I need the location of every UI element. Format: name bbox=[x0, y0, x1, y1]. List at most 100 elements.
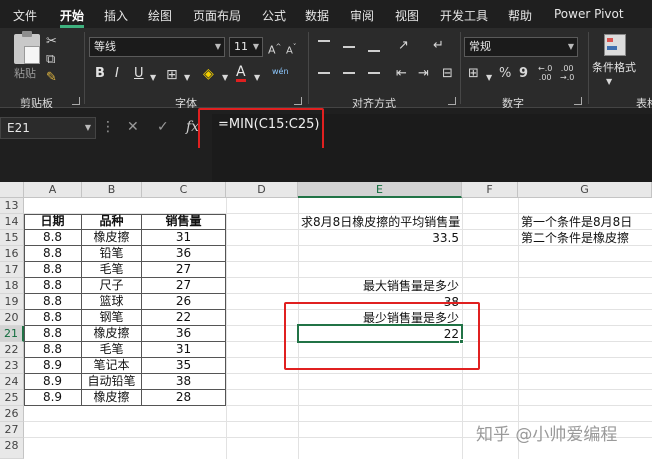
column-header-c[interactable]: C bbox=[142, 182, 226, 198]
cut-icon[interactable]: ✂ bbox=[46, 34, 57, 50]
decrease-decimal-icon[interactable]: .00 →.0 bbox=[560, 64, 574, 82]
chevron-down-icon[interactable]: ▼ bbox=[222, 70, 228, 86]
row-header-18[interactable]: 18 bbox=[0, 278, 24, 294]
enter-icon[interactable]: ✓ bbox=[157, 119, 169, 135]
align-bottom-icon[interactable] bbox=[368, 50, 380, 52]
row-header-27[interactable]: 27 bbox=[0, 422, 24, 438]
align-middle-icon[interactable] bbox=[343, 46, 355, 48]
table-cell[interactable]: 22 bbox=[142, 310, 226, 326]
table-cell[interactable]: 35 bbox=[142, 358, 226, 374]
tab-data[interactable]: 数据 bbox=[305, 7, 329, 24]
align-left-icon[interactable] bbox=[318, 72, 330, 74]
table-cell[interactable]: 8.9 bbox=[24, 374, 82, 390]
table-cell[interactable]: 8.8 bbox=[24, 278, 82, 294]
table-cell[interactable]: 31 bbox=[142, 230, 226, 246]
font-color-icon[interactable]: A bbox=[236, 65, 246, 82]
align-right-icon[interactable] bbox=[368, 72, 380, 74]
merge-center-icon[interactable]: ⊟ bbox=[442, 66, 453, 82]
chevron-down-icon[interactable]: ▼ bbox=[254, 70, 260, 86]
increase-decimal-icon[interactable]: ←.0.00 bbox=[538, 64, 552, 82]
shrink-font-icon[interactable]: A˅ bbox=[286, 39, 296, 59]
cell-e15[interactable]: 33.5 bbox=[298, 230, 462, 246]
table-cell[interactable]: 36 bbox=[142, 326, 226, 342]
chevron-down-icon[interactable]: ▼ bbox=[184, 70, 190, 86]
tab-page-layout[interactable]: 页面布局 bbox=[193, 7, 241, 24]
table-cell[interactable]: 8.8 bbox=[24, 246, 82, 262]
table-cell[interactable]: 31 bbox=[142, 342, 226, 358]
wrap-text-icon[interactable]: ↵ bbox=[433, 38, 444, 54]
insert-function-button[interactable]: fx bbox=[186, 119, 199, 135]
tab-review[interactable]: 审阅 bbox=[350, 7, 374, 24]
align-center-icon[interactable] bbox=[343, 72, 355, 74]
tab-file[interactable]: 文件 bbox=[13, 7, 37, 24]
font-name-combo[interactable]: 等线 ▼ bbox=[89, 37, 225, 57]
table-cell[interactable]: 橡皮擦 bbox=[82, 230, 142, 246]
bold-button[interactable]: B bbox=[95, 66, 105, 81]
font-launcher-icon[interactable] bbox=[294, 97, 302, 105]
clipboard-launcher-icon[interactable] bbox=[72, 97, 80, 105]
select-all-corner[interactable] bbox=[0, 182, 24, 198]
align-top-icon[interactable] bbox=[318, 40, 330, 42]
column-header-a[interactable]: A bbox=[24, 182, 82, 198]
cell-g14[interactable]: 第一个条件是8月8日 bbox=[518, 214, 652, 230]
row-header-16[interactable]: 16 bbox=[0, 246, 24, 262]
table-cell[interactable]: 毛笔 bbox=[82, 262, 142, 278]
row-header-15[interactable]: 15 bbox=[0, 230, 24, 246]
row-header-13[interactable]: 13 bbox=[0, 198, 24, 214]
table-header-sales[interactable]: 销售量 bbox=[142, 214, 226, 230]
table-header-date[interactable]: 日期 bbox=[24, 214, 82, 230]
cell-e19[interactable]: 38 bbox=[298, 294, 462, 310]
tab-view[interactable]: 视图 bbox=[395, 7, 419, 24]
row-header-19[interactable]: 19 bbox=[0, 294, 24, 310]
tab-draw[interactable]: 绘图 bbox=[148, 7, 172, 24]
row-header-21[interactable]: 21 bbox=[0, 326, 24, 342]
phonetic-icon[interactable]: wén bbox=[272, 64, 289, 80]
column-header-e[interactable]: E bbox=[298, 182, 462, 198]
row-header-22[interactable]: 22 bbox=[0, 342, 24, 358]
percent-button[interactable]: % bbox=[499, 66, 511, 82]
fill-color-icon[interactable]: ◈ bbox=[203, 66, 214, 82]
conditional-format-button[interactable]: 条件格式 bbox=[592, 60, 636, 76]
column-header-d[interactable]: D bbox=[226, 182, 298, 198]
table-cell[interactable]: 27 bbox=[142, 278, 226, 294]
orientation-icon[interactable]: ↗ bbox=[398, 38, 409, 54]
paste-label[interactable]: 粘贴 bbox=[14, 66, 36, 82]
table-cell[interactable]: 36 bbox=[142, 246, 226, 262]
table-cell[interactable]: 笔记本 bbox=[82, 358, 142, 374]
worksheet-grid[interactable]: A B C D E F G 13 14 15 16 17 18 19 20 21… bbox=[0, 182, 652, 459]
number-format-combo[interactable]: 常规 ▼ bbox=[464, 37, 578, 57]
decrease-indent-icon[interactable]: ⇤ bbox=[396, 66, 407, 82]
table-header-item[interactable]: 品种 bbox=[82, 214, 142, 230]
table-cell[interactable]: 38 bbox=[142, 374, 226, 390]
column-header-g[interactable]: G bbox=[518, 182, 652, 198]
tab-power-pivot[interactable]: Power Pivot bbox=[554, 7, 624, 21]
table-cell[interactable]: 8.8 bbox=[24, 326, 82, 342]
currency-icon[interactable]: ⊞ bbox=[468, 66, 479, 82]
alignment-launcher-icon[interactable] bbox=[448, 97, 456, 105]
table-cell[interactable]: 26 bbox=[142, 294, 226, 310]
copy-icon[interactable]: ⧉ bbox=[46, 52, 55, 68]
tab-developer[interactable]: 开发工具 bbox=[440, 7, 488, 24]
tab-home[interactable]: 开始 bbox=[60, 7, 84, 24]
row-header-28[interactable]: 28 bbox=[0, 438, 24, 459]
column-header-b[interactable]: B bbox=[82, 182, 142, 198]
cell-e18[interactable]: 最大销售量是多少 bbox=[298, 278, 462, 294]
number-launcher-icon[interactable] bbox=[574, 97, 582, 105]
cell-e20[interactable]: 最少销售量是多少 bbox=[298, 310, 462, 326]
table-cell[interactable]: 尺子 bbox=[82, 278, 142, 294]
chevron-down-icon[interactable]: ▼ bbox=[606, 74, 612, 90]
table-cell[interactable]: 8.9 bbox=[24, 390, 82, 406]
tab-formulas[interactable]: 公式 bbox=[262, 7, 286, 24]
table-cell[interactable]: 8.9 bbox=[24, 358, 82, 374]
table-cell[interactable]: 28 bbox=[142, 390, 226, 406]
name-box[interactable]: E21 ▼ bbox=[0, 117, 96, 139]
italic-button[interactable]: I bbox=[115, 66, 119, 81]
row-header-26[interactable]: 26 bbox=[0, 406, 24, 422]
row-header-14[interactable]: 14 bbox=[0, 214, 24, 230]
increase-indent-icon[interactable]: ⇥ bbox=[418, 66, 429, 82]
conditional-format-icon[interactable] bbox=[604, 34, 626, 56]
comma-button[interactable]: 9 bbox=[519, 66, 528, 82]
row-header-25[interactable]: 25 bbox=[0, 390, 24, 406]
row-header-20[interactable]: 20 bbox=[0, 310, 24, 326]
cell-e21[interactable]: 22 bbox=[298, 326, 462, 342]
